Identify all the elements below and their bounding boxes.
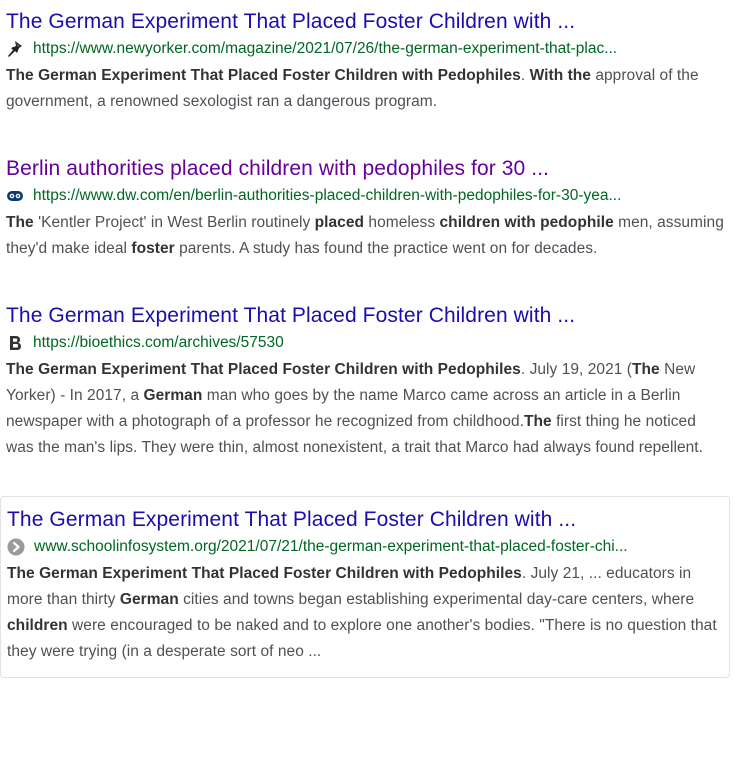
snippet-highlight: German [119, 591, 179, 608]
result-title-link[interactable]: The German Experiment That Placed Foster… [6, 301, 726, 331]
search-result: Berlin authorities placed children with … [0, 154, 732, 262]
result-url-row: https://www.newyorker.com/magazine/2021/… [6, 37, 726, 61]
snippet-highlight: The German Experiment That Placed Foster… [7, 565, 522, 582]
result-snippet: The German Experiment That Placed Foster… [7, 561, 723, 665]
result-snippet: The German Experiment That Placed Foster… [6, 63, 726, 115]
result-url-link[interactable]: https://www.dw.com/en/berlin-authorities… [33, 187, 723, 205]
search-result: The German Experiment That Placed Foster… [0, 496, 730, 678]
bioethics-b-icon [6, 334, 24, 352]
snippet-text: 'Kentler Project' in West Berlin routine… [33, 214, 315, 231]
result-snippet: The German Experiment That Placed Foster… [6, 357, 726, 461]
generic-site-arrow-icon [7, 538, 25, 556]
snippet-highlight: The [632, 361, 660, 378]
snippet-highlight: The [6, 214, 34, 231]
snippet-highlight: children [7, 617, 68, 634]
search-result: The German Experiment That Placed Foster… [0, 301, 732, 461]
snippet-text: homeless [364, 214, 440, 231]
result-title-link[interactable]: Berlin authorities placed children with … [6, 154, 726, 184]
snippet-highlight: placed [314, 214, 365, 231]
snippet-highlight: German [143, 387, 203, 404]
result-url-link[interactable]: www.schoolinfosystem.org/2021/07/21/the-… [34, 538, 723, 556]
result-url-row: www.schoolinfosystem.org/2021/07/21/the-… [7, 535, 723, 559]
snippet-text: . July 19, 2021 ( [520, 361, 632, 378]
snippet-text: were encouraged to be naked and to explo… [7, 617, 717, 660]
snippet-highlight: The [524, 413, 552, 430]
newyorker-pin-icon [6, 40, 24, 58]
result-snippet: The 'Kentler Project' in West Berlin rou… [6, 210, 726, 262]
snippet-highlight: The German Experiment That Placed Foster… [6, 361, 521, 378]
dw-logo-icon [6, 187, 24, 205]
snippet-text: . [520, 67, 530, 84]
snippet-text: cities and towns began establishing expe… [178, 591, 695, 608]
search-results: The German Experiment That Placed Foster… [0, 0, 746, 678]
snippet-highlight: The German Experiment That Placed Foster… [6, 67, 521, 84]
result-url-row: https://bioethics.com/archives/57530 [6, 331, 726, 355]
snippet-text: parents. A study has found the practice … [174, 240, 598, 257]
result-title-link[interactable]: The German Experiment That Placed Foster… [7, 505, 723, 535]
result-title-link[interactable]: The German Experiment That Placed Foster… [6, 7, 726, 37]
search-result: The German Experiment That Placed Foster… [0, 7, 732, 115]
snippet-highlight: With the [529, 67, 591, 84]
snippet-highlight: foster [131, 240, 175, 257]
snippet-highlight: children with pedophile [439, 214, 614, 231]
result-url-link[interactable]: https://bioethics.com/archives/57530 [33, 334, 723, 352]
result-url-row: https://www.dw.com/en/berlin-authorities… [6, 184, 726, 208]
result-url-link[interactable]: https://www.newyorker.com/magazine/2021/… [33, 40, 723, 58]
